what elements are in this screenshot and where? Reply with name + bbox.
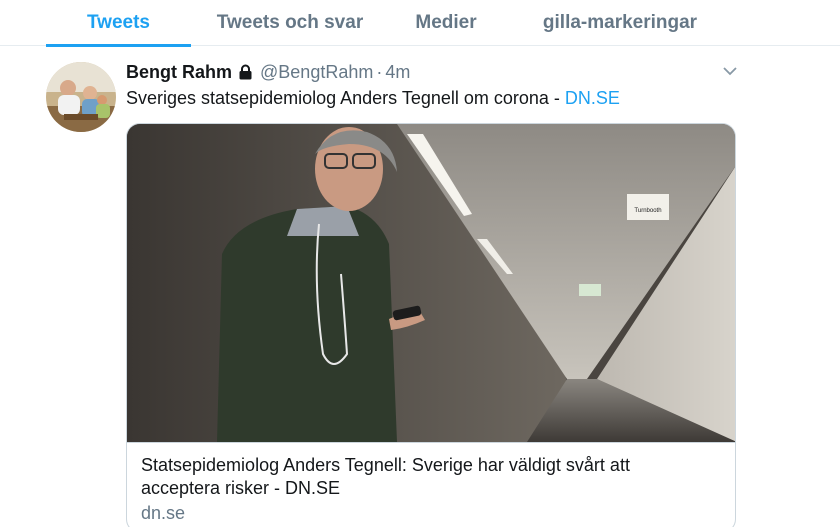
tab-tweets-and-replies[interactable]: Tweets och svar (200, 0, 380, 46)
author-handle[interactable]: @BengtRahm (260, 62, 373, 83)
link-card[interactable]: Turnbooth Statsepidemiolog Anders Tegnel… (126, 123, 736, 527)
author-name[interactable]: Bengt Rahm (126, 62, 232, 83)
card-image: Turnbooth (127, 124, 735, 442)
profile-tabs: Tweets Tweets och svar Medier gilla-mark… (0, 0, 840, 47)
sign-text: Turnbooth (634, 208, 661, 214)
card-body: Statsepidemiolog Anders Tegnell: Sverige… (127, 442, 735, 524)
avatar[interactable] (46, 62, 116, 132)
separator-dot: · (376, 61, 383, 82)
tweet-header: Bengt Rahm @BengtRahm · 4m (126, 60, 410, 84)
tab-tweets[interactable]: Tweets (46, 0, 191, 47)
tweet-link[interactable]: DN.SE (565, 88, 620, 108)
card-domain: dn.se (141, 503, 186, 523)
lock-icon (238, 64, 253, 80)
tweet-text: Sveriges statsepidemiolog Anders Tegnell… (126, 88, 565, 108)
tweet-body: Sveriges statsepidemiolog Anders Tegnell… (126, 88, 620, 109)
avatar-photo (46, 62, 116, 132)
tweet-timestamp[interactable]: 4m (385, 62, 410, 83)
tab-media[interactable]: Medier (395, 0, 497, 46)
chevron-down-icon[interactable] (722, 64, 738, 78)
card-title[interactable]: Statsepidemiolog Anders Tegnell: Sverige… (141, 454, 701, 500)
tab-likes[interactable]: gilla-markeringar (520, 0, 720, 46)
